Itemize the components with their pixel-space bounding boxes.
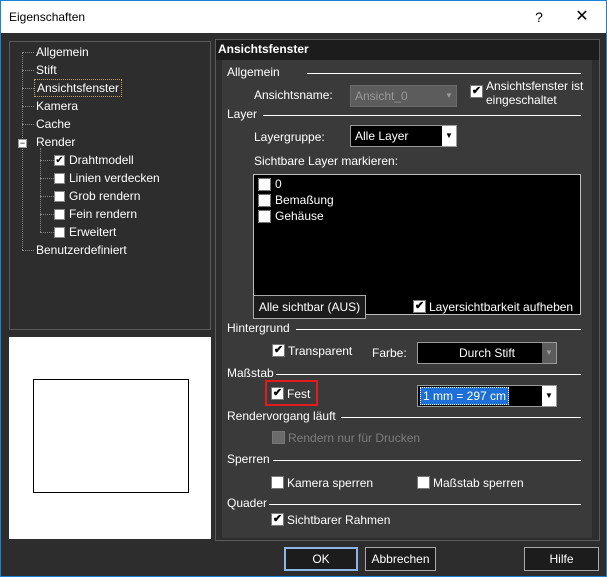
tree-item-erweitert[interactable]: Erweitert bbox=[69, 224, 116, 240]
lift-visibility-checkbox[interactable]: ✔ bbox=[413, 300, 426, 313]
tree-connector bbox=[22, 124, 34, 125]
layer-checkbox[interactable] bbox=[258, 178, 271, 192]
viewport-preview bbox=[9, 337, 211, 539]
tree-checkbox-grob-rendern[interactable] bbox=[54, 191, 65, 202]
view-name-label: Ansichtsname: bbox=[254, 88, 333, 102]
group-sperren: Sperren bbox=[227, 452, 270, 466]
layergroup-value: Alle Layer bbox=[355, 129, 409, 143]
print-only-label: Rendern nur für Drucken bbox=[288, 431, 421, 445]
layer-checkbox[interactable] bbox=[258, 194, 271, 208]
tree-connector bbox=[22, 70, 34, 71]
tree-item-benutzerdefiniert[interactable]: Benutzerdefiniert bbox=[36, 242, 127, 258]
group-massstab: Maßstab bbox=[227, 366, 274, 380]
title-bar: Eigenschaften ? ✕ bbox=[1, 1, 606, 33]
category-tree: Allgemein Stift Ansichtsfenster Kamera C… bbox=[9, 41, 211, 330]
window-title: Eigenschaften bbox=[9, 10, 86, 24]
tree-connector bbox=[40, 196, 54, 197]
fixed-scale-label: Fest bbox=[287, 387, 311, 401]
transparent-checkbox[interactable]: ✔ bbox=[272, 344, 285, 357]
group-separator bbox=[341, 417, 581, 418]
list-item[interactable]: Gehäuse bbox=[258, 209, 324, 225]
tree-item-linien-verdecken[interactable]: Linien verdecken bbox=[69, 170, 160, 186]
fixed-scale-checkbox[interactable]: ✔ bbox=[271, 387, 284, 400]
collapse-icon[interactable]: − bbox=[18, 139, 27, 148]
scale-lock-checkbox[interactable] bbox=[417, 476, 430, 489]
layer-list[interactable]: 0 Bemaßung Gehäuse bbox=[253, 174, 581, 315]
scale-lock-label: Maßstab sperren bbox=[433, 476, 524, 490]
group-separator bbox=[296, 329, 581, 330]
color-combo[interactable]: Durch Stift ▼ bbox=[417, 342, 557, 364]
close-icon[interactable]: ✕ bbox=[567, 5, 597, 29]
cancel-button[interactable]: Abbrechen bbox=[365, 547, 436, 571]
tree-item-allgemein[interactable]: Allgemein bbox=[36, 44, 89, 60]
tree-item-fein-rendern[interactable]: Fein rendern bbox=[69, 206, 137, 222]
group-layer: Layer bbox=[227, 107, 258, 121]
group-separator bbox=[307, 73, 581, 74]
all-visible-button[interactable]: Alle sichtbar (AUS) bbox=[253, 295, 366, 319]
layer-checkbox[interactable] bbox=[258, 210, 271, 224]
tree-item-drahtmodell[interactable]: Drahtmodell bbox=[69, 152, 134, 168]
group-separator bbox=[269, 504, 581, 505]
visible-frame-label: Sichtbarer Rahmen bbox=[287, 513, 391, 527]
chevron-down-icon[interactable]: ▼ bbox=[442, 86, 456, 106]
group-separator bbox=[276, 374, 581, 375]
view-name-value: Ansicht_0 bbox=[355, 89, 408, 103]
camera-lock-label: Kamera sperren bbox=[287, 476, 374, 490]
tree-checkbox-erweitert[interactable] bbox=[54, 227, 65, 238]
list-item[interactable]: 0 bbox=[258, 177, 282, 193]
tree-checkbox-fein-rendern[interactable] bbox=[54, 209, 65, 220]
lift-visibility-label: Layersichtbarkeit aufheben bbox=[429, 300, 574, 314]
layer-name: Bemaßung bbox=[275, 193, 334, 207]
layergroup-label: Layergruppe: bbox=[254, 130, 325, 144]
chevron-down-icon[interactable]: ▼ bbox=[542, 386, 556, 406]
layer-name: Gehäuse bbox=[275, 209, 324, 223]
tree-connector bbox=[40, 178, 54, 179]
tree-connector bbox=[40, 160, 54, 161]
layergroup-combo[interactable]: Alle Layer ▼ bbox=[350, 125, 457, 147]
scale-combo[interactable]: 1 mm = 297 cm ▼ bbox=[417, 385, 557, 407]
tree-item-ansichtsfenster[interactable]: Ansichtsfenster bbox=[34, 79, 123, 97]
view-name-combo[interactable]: Ansicht_0 ▼ bbox=[350, 85, 457, 107]
tree-item-stift[interactable]: Stift bbox=[36, 62, 57, 78]
help-button[interactable]: Hilfe bbox=[524, 547, 599, 571]
tree-connector bbox=[40, 232, 54, 233]
viewport-enabled-label: Ansichtsfenster ist eingeschaltet bbox=[486, 79, 584, 107]
panel-header: Ansichtsfenster bbox=[216, 40, 599, 60]
chevron-down-icon[interactable]: ▼ bbox=[542, 343, 556, 363]
tree-connector bbox=[22, 88, 34, 89]
tree-item-render[interactable]: Render bbox=[36, 134, 75, 150]
tree-connector bbox=[40, 214, 54, 215]
preview-frame bbox=[33, 379, 189, 493]
group-separator bbox=[263, 115, 581, 116]
visible-frame-checkbox[interactable]: ✔ bbox=[271, 513, 284, 526]
group-quader: Quader bbox=[227, 496, 268, 510]
group-hintergrund: Hintergrund bbox=[227, 321, 290, 335]
color-label: Farbe: bbox=[372, 346, 407, 360]
properties-dialog: Eigenschaften ? ✕ Allgemein Stift Ansich… bbox=[0, 0, 607, 577]
tree-checkbox-drahtmodell[interactable]: ✔ bbox=[54, 155, 65, 166]
print-only-checkbox[interactable] bbox=[272, 431, 285, 444]
viewport-enabled-checkbox[interactable]: ✔ bbox=[470, 85, 483, 98]
tree-connector bbox=[22, 106, 34, 107]
transparent-label: Transparent bbox=[288, 344, 353, 358]
tree-checkbox-linien-verdecken[interactable] bbox=[54, 173, 65, 184]
layer-name: 0 bbox=[275, 177, 282, 191]
color-value: Durch Stift bbox=[458, 346, 515, 360]
help-icon[interactable]: ? bbox=[527, 5, 551, 29]
group-rendervorgang: Rendervorgang läuft bbox=[227, 409, 336, 423]
scale-value: 1 mm = 297 cm bbox=[420, 387, 510, 405]
tree-connector bbox=[22, 52, 23, 250]
group-allgemein: Allgemein bbox=[227, 65, 280, 79]
group-separator bbox=[273, 460, 581, 461]
chevron-down-icon[interactable]: ▼ bbox=[442, 126, 456, 146]
visible-layers-label: Sichtbare Layer markieren: bbox=[254, 154, 399, 168]
tree-item-cache[interactable]: Cache bbox=[36, 116, 71, 132]
ok-button[interactable]: OK bbox=[284, 547, 358, 571]
tree-connector bbox=[22, 250, 34, 251]
tree-item-kamera[interactable]: Kamera bbox=[36, 98, 78, 114]
camera-lock-checkbox[interactable] bbox=[271, 476, 284, 489]
list-item[interactable]: Bemaßung bbox=[258, 193, 334, 209]
tree-item-grob-rendern[interactable]: Grob rendern bbox=[69, 188, 140, 204]
tree-connector bbox=[22, 52, 34, 53]
